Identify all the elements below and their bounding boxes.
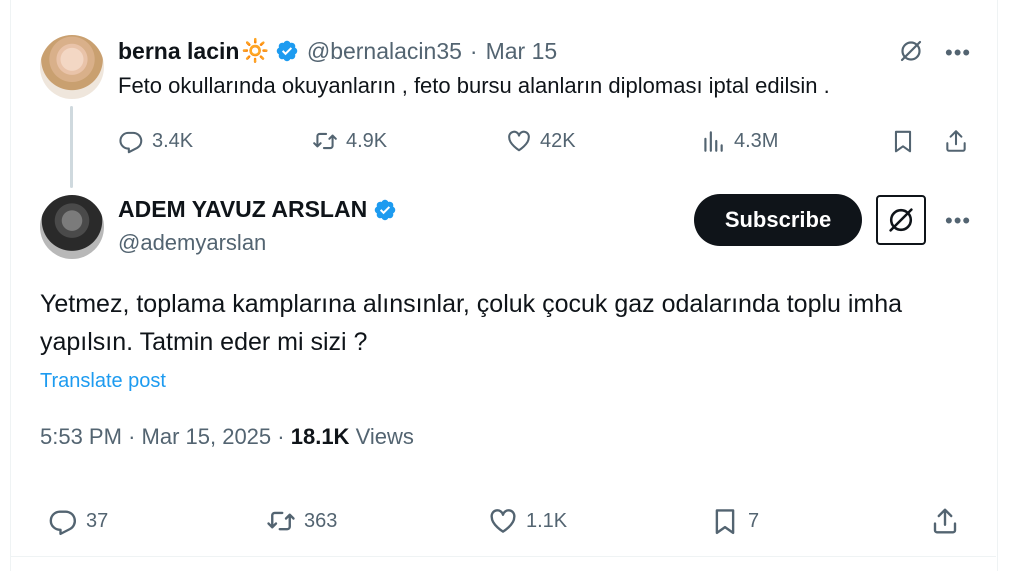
repost-icon bbox=[267, 511, 295, 531]
repost-count: 4.9K bbox=[346, 129, 388, 152]
like-button[interactable]: 42K bbox=[506, 124, 576, 158]
divider bbox=[10, 556, 996, 557]
views-icon bbox=[704, 131, 723, 152]
like-icon bbox=[490, 509, 516, 533]
verified-badge-icon bbox=[374, 199, 396, 220]
timestamp[interactable]: Mar 15 bbox=[486, 38, 558, 65]
avatar[interactable] bbox=[40, 35, 104, 99]
reply-icon bbox=[49, 510, 77, 536]
bookmark-button[interactable]: 7 bbox=[710, 503, 759, 539]
share-button[interactable] bbox=[943, 124, 969, 158]
verified-badge-icon bbox=[276, 40, 298, 62]
more-icon[interactable]: ••• bbox=[945, 208, 971, 234]
grok-icon bbox=[889, 208, 913, 232]
thread-connector bbox=[70, 106, 73, 188]
reply-count: 37 bbox=[86, 509, 109, 532]
reply-count: 3.4K bbox=[152, 129, 194, 152]
grok-button[interactable] bbox=[876, 195, 926, 245]
parent-tweet-header: berna lacin 🔆 @bernalacin35 · Mar 15 bbox=[118, 36, 557, 66]
grok-icon[interactable] bbox=[898, 38, 924, 64]
avatar[interactable] bbox=[40, 195, 104, 259]
repost-button[interactable]: 4.9K bbox=[312, 124, 387, 158]
tweet-date[interactable]: Mar 15, 2025 bbox=[142, 424, 272, 449]
views-button[interactable]: 4.3M bbox=[700, 124, 778, 158]
translate-post-link[interactable]: Translate post bbox=[40, 370, 166, 393]
views-count: 4.3M bbox=[734, 129, 779, 152]
repost-icon bbox=[313, 132, 337, 150]
reply-icon bbox=[119, 131, 143, 154]
sun-emoji-icon: 🔆 bbox=[241, 38, 269, 63]
like-icon bbox=[508, 130, 530, 152]
separator: · bbox=[469, 37, 478, 64]
separator: · bbox=[128, 424, 136, 449]
repost-button[interactable]: 363 bbox=[266, 503, 337, 539]
main-tweet-header: ADEM YAVUZ ARSLAN bbox=[118, 196, 397, 223]
reply-button[interactable]: 3.4K bbox=[118, 124, 193, 158]
like-count: 42K bbox=[540, 129, 576, 152]
bookmark-count: 7 bbox=[748, 509, 760, 532]
handle[interactable]: @ademyarslan bbox=[118, 230, 266, 256]
views-count: 18.1K bbox=[290, 424, 350, 449]
tweet-meta: 5:53 PM · Mar 15, 2025 · 18.1K Views bbox=[40, 424, 414, 450]
like-button[interactable]: 1.1K bbox=[488, 503, 567, 539]
repost-count: 363 bbox=[304, 509, 338, 532]
separator: · bbox=[277, 424, 285, 449]
display-name[interactable]: berna lacin bbox=[118, 38, 239, 65]
reply-button[interactable]: 37 bbox=[48, 503, 108, 539]
handle[interactable]: @bernalacin35 bbox=[307, 38, 462, 65]
share-icon bbox=[946, 130, 966, 152]
display-name[interactable]: ADEM YAVUZ ARSLAN bbox=[118, 196, 367, 223]
share-button[interactable] bbox=[930, 503, 960, 539]
subscribe-button[interactable]: Subscribe bbox=[694, 194, 862, 246]
bookmark-icon bbox=[715, 509, 735, 535]
bookmark-button[interactable] bbox=[890, 124, 916, 158]
tweet-time[interactable]: 5:53 PM bbox=[40, 424, 122, 449]
parent-tweet-text: Feto okullarında okuyanların , feto burs… bbox=[118, 73, 830, 98]
like-count: 1.1K bbox=[526, 509, 568, 532]
share-icon bbox=[933, 508, 957, 534]
bookmark-icon bbox=[894, 130, 912, 153]
views-label: Views bbox=[355, 424, 414, 449]
tweet-text: Yetmez, toplama kamplarına alınsınlar, ç… bbox=[40, 290, 903, 356]
more-icon[interactable]: ••• bbox=[945, 40, 971, 66]
